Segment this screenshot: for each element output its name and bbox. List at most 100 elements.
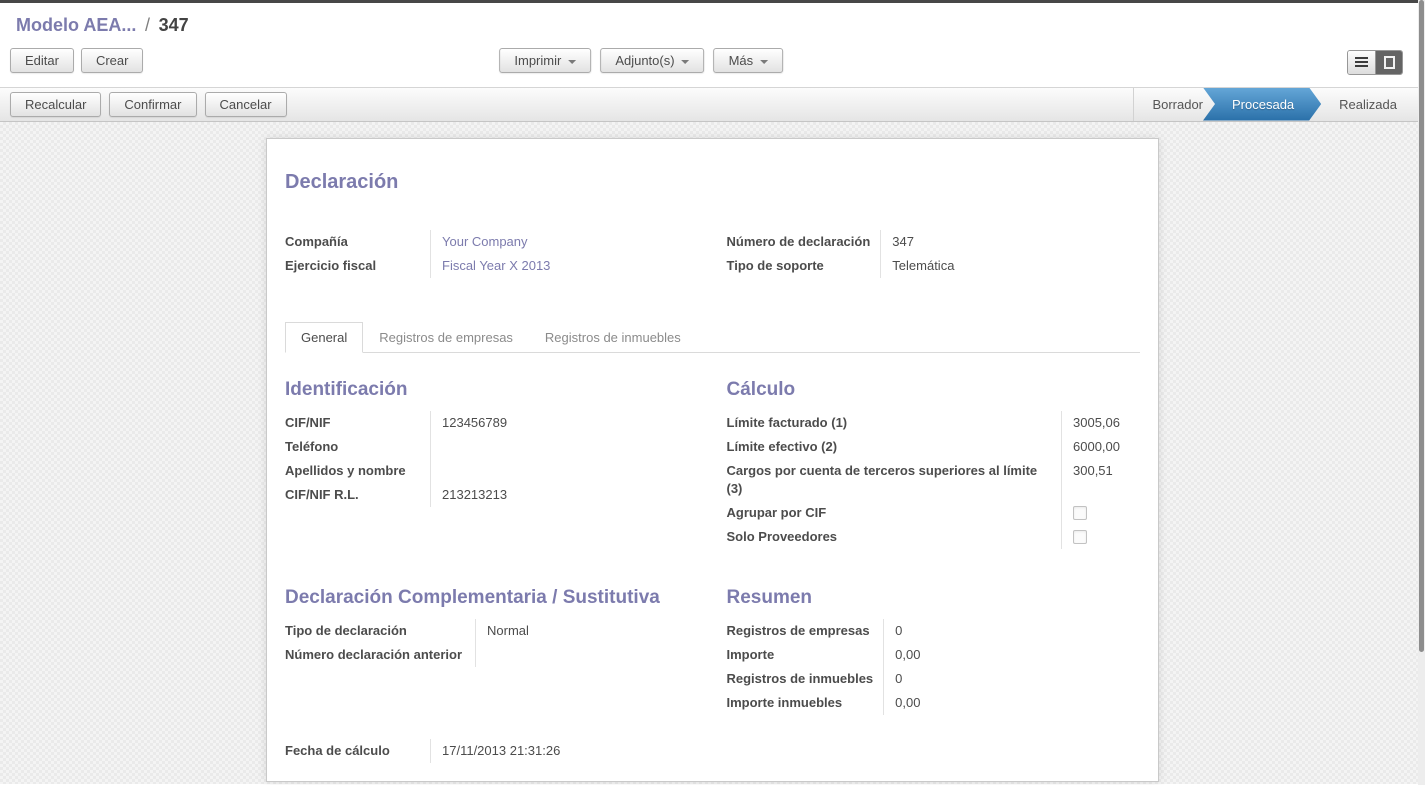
statusbar: Borrador Procesada Realizada: [1133, 88, 1425, 121]
field-value: Normal: [475, 619, 699, 643]
header-fields: Compañía Your Company Ejercicio fiscal F…: [285, 230, 1140, 278]
more-label: Más: [729, 53, 754, 68]
field-value: 0,00: [883, 643, 1140, 667]
section-resumen: Resumen Registros de empresas 0 Importe …: [727, 587, 1141, 715]
field-row-agrupar-por-cif: Agrupar por CIF: [727, 501, 1141, 525]
field-value: 347: [880, 230, 1140, 254]
company-link[interactable]: Your Company: [442, 234, 528, 249]
field-value: 0,00: [883, 691, 1140, 715]
field-label: Registros de empresas: [727, 619, 884, 643]
field-label: Ejercicio fiscal: [285, 254, 430, 278]
action-buttons-row: Editar Crear Imprimir Adjunto(s) Más: [0, 42, 1425, 87]
scrollbar[interactable]: [1418, 0, 1425, 785]
field-label: Tipo de declaración: [285, 619, 475, 643]
tab-registros-de-empresas[interactable]: Registros de empresas: [363, 322, 529, 353]
field-row-telefono: Teléfono: [285, 435, 699, 459]
field-row-tipo-de-declaracion: Tipo de declaración Normal: [285, 619, 699, 643]
field-value: 3005,06: [1061, 411, 1140, 435]
field-row-apellidos-y-nombre: Apellidos y nombre: [285, 459, 699, 483]
field-value: 213213213: [430, 483, 699, 507]
field-row-fecha-de-calculo: Fecha de cálculo 17/11/2013 21:31:26: [285, 739, 699, 763]
form-icon: [1384, 56, 1395, 69]
field-label: Límite efectivo (2): [727, 435, 1062, 459]
field-row-cif-nif-rl: CIF/NIF R.L. 213213213: [285, 483, 699, 507]
state-realizada[interactable]: Realizada: [1321, 88, 1415, 121]
field-label: Compañía: [285, 230, 430, 254]
field-value: [430, 459, 699, 483]
sheet-title: Declaración: [285, 171, 1140, 194]
workflow-toolbar: Recalcular Confirmar Cancelar Borrador P…: [0, 87, 1425, 122]
section-calculo: Cálculo Límite facturado (1) 3005,06 Lím…: [727, 379, 1141, 549]
breadcrumb-separator: /: [145, 15, 150, 35]
attachments-label: Adjunto(s): [615, 53, 674, 68]
field-value: [430, 435, 699, 459]
field-label: Límite facturado (1): [727, 411, 1062, 435]
field-row-numero-declaracion: Número de declaración 347: [727, 230, 1141, 254]
field-label: Teléfono: [285, 435, 430, 459]
field-row-numero-declaracion-anterior: Número declaración anterior: [285, 643, 699, 667]
breadcrumb-parent-link[interactable]: Modelo AEA...: [16, 15, 136, 35]
field-label: Registros de inmuebles: [727, 667, 884, 691]
field-value: Telemática: [880, 254, 1140, 278]
field-row-compania: Compañía Your Company: [285, 230, 699, 254]
tab-registros-de-inmuebles[interactable]: Registros de inmuebles: [529, 322, 697, 353]
section-title: Cálculo: [727, 379, 1141, 401]
caret-down-icon: [760, 60, 768, 64]
field-label: Importe inmuebles: [727, 691, 884, 715]
field-value: [475, 643, 699, 667]
print-label: Imprimir: [514, 53, 561, 68]
list-view-button[interactable]: [1348, 51, 1375, 74]
section-fecha-calculo: Fecha de cálculo 17/11/2013 21:31:26: [285, 739, 699, 763]
fiscal-year-link[interactable]: Fiscal Year X 2013: [442, 258, 550, 273]
state-procesada[interactable]: Procesada: [1203, 88, 1321, 121]
field-value: 0: [883, 667, 1140, 691]
field-label: Apellidos y nombre: [285, 459, 430, 483]
form-sheet: Declaración Compañía Your Company Ejerci…: [266, 138, 1159, 782]
more-dropdown-button[interactable]: Más: [714, 48, 784, 73]
field-label: Importe: [727, 643, 884, 667]
field-row-importe: Importe 0,00: [727, 643, 1141, 667]
confirm-button[interactable]: Confirmar: [109, 92, 196, 117]
field-row-limite-efectivo: Límite efectivo (2) 6000,00: [727, 435, 1141, 459]
scrollbar-thumb[interactable]: [1419, 0, 1424, 652]
field-label: Número declaración anterior: [285, 643, 475, 667]
field-label: Cargos por cuenta de terceros superiores…: [727, 459, 1062, 501]
field-value: 17/11/2013 21:31:26: [430, 739, 699, 763]
content-background: Declaración Compañía Your Company Ejerci…: [0, 122, 1425, 784]
solo-proveedores-checkbox[interactable]: [1073, 530, 1087, 544]
section-title: Identificación: [285, 379, 699, 401]
field-label: Fecha de cálculo: [285, 739, 430, 763]
section-identificacion: Identificación CIF/NIF 123456789 Teléfon…: [285, 379, 699, 549]
field-row-limite-facturado: Límite facturado (1) 3005,06: [727, 411, 1141, 435]
agrupar-por-cif-checkbox[interactable]: [1073, 506, 1087, 520]
print-dropdown-button[interactable]: Imprimir: [499, 48, 591, 73]
create-button[interactable]: Crear: [81, 48, 144, 73]
section-complementaria: Declaración Complementaria / Sustitutiva…: [285, 587, 699, 715]
field-label: Agrupar por CIF: [727, 501, 1062, 525]
field-row-ejercicio-fiscal: Ejercicio fiscal Fiscal Year X 2013: [285, 254, 699, 278]
attachments-dropdown-button[interactable]: Adjunto(s): [600, 48, 704, 73]
caret-down-icon: [682, 60, 690, 64]
field-row-tipo-soporte: Tipo de soporte Telemática: [727, 254, 1141, 278]
cancel-button[interactable]: Cancelar: [205, 92, 287, 117]
field-value: 6000,00: [1061, 435, 1140, 459]
list-icon: [1355, 57, 1368, 67]
recalculate-button[interactable]: Recalcular: [10, 92, 101, 117]
section-title: Resumen: [727, 587, 1141, 609]
form-view-button[interactable]: [1375, 51, 1402, 74]
field-label: Tipo de soporte: [727, 254, 881, 278]
tab-general[interactable]: General: [285, 322, 363, 353]
field-row-solo-proveedores: Solo Proveedores: [727, 525, 1141, 549]
field-label: CIF/NIF R.L.: [285, 483, 430, 507]
field-row-registros-de-inmuebles: Registros de inmuebles 0: [727, 667, 1141, 691]
breadcrumb: Modelo AEA... / 347: [0, 3, 1425, 42]
field-row-cargos-terceros: Cargos por cuenta de terceros superiores…: [727, 459, 1141, 501]
notebook-tabs: General Registros de empresas Registros …: [285, 322, 1140, 353]
field-label: Solo Proveedores: [727, 525, 1062, 549]
field-label: CIF/NIF: [285, 411, 430, 435]
field-value: 0: [883, 619, 1140, 643]
field-row-cif-nif: CIF/NIF 123456789: [285, 411, 699, 435]
edit-button[interactable]: Editar: [10, 48, 74, 73]
field-row-registros-de-empresas: Registros de empresas 0: [727, 619, 1141, 643]
field-row-importe-inmuebles: Importe inmuebles 0,00: [727, 691, 1141, 715]
